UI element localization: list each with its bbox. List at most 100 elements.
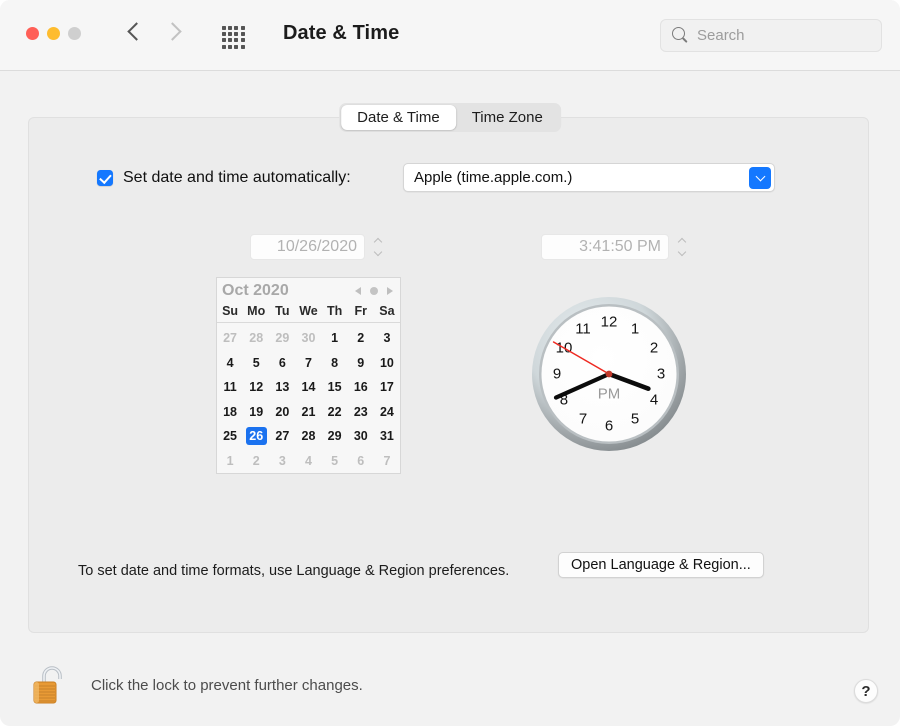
calendar-day[interactable]: 20 [269,400,295,425]
weekday-label: Sa [379,304,395,318]
today-dot-icon [370,287,378,295]
calendar-day[interactable]: 5 [322,449,348,474]
page-title: Date & Time [283,22,400,44]
calendar-day[interactable]: 5 [243,351,269,376]
calendar-day[interactable]: 7 [374,449,400,474]
date-stepper [370,234,385,260]
show-all-grid-icon[interactable] [222,26,245,49]
tab-time-zone[interactable]: Time Zone [456,105,559,130]
weekday-label: Fr [354,304,368,318]
time-input: 3:41:50 PM [541,234,669,260]
calendar-day[interactable]: 6 [348,449,374,474]
calendar-day[interactable]: 14 [295,375,321,400]
calendar-day[interactable]: 30 [348,424,374,449]
calendar-day[interactable]: 19 [243,400,269,425]
clock-center-hub [605,370,613,378]
calendar-day[interactable]: 16 [348,375,374,400]
search-field[interactable]: Search [660,19,882,52]
weekday-label: We [299,304,318,318]
lock-hint-text: Click the lock to prevent further change… [91,677,363,694]
calendar-month-label: Oct 2020 [222,282,289,299]
calendar-day[interactable]: 12 [243,375,269,400]
date-time-preferences-window: Date & Time Search Date & Time Time Zone… [0,0,900,726]
calendar-day[interactable]: 29 [269,326,295,351]
calendar-day[interactable]: 17 [374,375,400,400]
time-server-value: Apple (time.apple.com.) [414,169,573,186]
analog-clock-face: 121234567891011 PM [532,297,686,451]
calendar-day[interactable]: 10 [374,351,400,376]
analog-clock: 121234567891011 PM [529,294,689,454]
calendar-day[interactable]: 4 [217,351,243,376]
tab-bar: Date & Time Time Zone [339,103,561,132]
weekday-label: Tu [275,304,290,318]
calendar-day[interactable]: 3 [374,326,400,351]
lock-row: Click the lock to prevent further change… [32,663,363,708]
time-stepper [674,234,689,260]
calendar-widget: Oct 2020 Su Mo Tu We Th Fr Sa 27 28 29 30 1 2… [216,277,401,474]
calendar-day[interactable]: 1 [322,326,348,351]
clock-hour-number: 7 [579,411,587,428]
calendar-day[interactable]: 28 [295,424,321,449]
calendar-day-selected[interactable]: 26 [243,424,269,449]
calendar-day[interactable]: 29 [322,424,348,449]
calendar-day[interactable]: 7 [295,351,321,376]
time-server-combobox[interactable]: Apple (time.apple.com.) [403,163,775,192]
search-icon [672,27,689,44]
calendar-day[interactable]: 15 [322,375,348,400]
calendar-day[interactable]: 27 [217,326,243,351]
minimize-button[interactable] [47,27,60,40]
calendar-day[interactable]: 6 [269,351,295,376]
weekday-label: Th [326,304,343,318]
calendar-day[interactable]: 8 [322,351,348,376]
calendar-day[interactable]: 2 [348,326,374,351]
clock-hour-number: 4 [650,392,658,409]
prev-month-icon [355,287,361,295]
weekday-label: Su [222,304,239,318]
date-field-group: 10/26/2020 [250,234,385,260]
calendar-day[interactable]: 21 [295,400,321,425]
clock-hour-number: 11 [575,320,591,337]
calendar-day-grid: 27 28 29 30 1 2 3 4 5 6 7 8 9 10 11 12 13 14 15 16 17 18 19 20 2… [217,323,400,473]
calendar-day[interactable]: 28 [243,326,269,351]
calendar-day[interactable]: 4 [295,449,321,474]
set-automatically-label: Set date and time automatically: [123,169,351,186]
open-language-region-button[interactable]: Open Language & Region... [558,552,764,578]
format-note: To set date and time formats, use Langua… [78,563,510,579]
clock-meridiem-label: PM [598,386,621,403]
calendar-day[interactable]: 9 [348,351,374,376]
chevron-down-icon[interactable] [749,167,771,189]
window-titlebar: Date & Time Search [0,0,900,71]
help-button[interactable]: ? [854,679,878,703]
calendar-day[interactable]: 11 [217,375,243,400]
calendar-weekday-header: Su Mo Tu We Th Fr Sa [217,304,400,323]
calendar-day[interactable]: 3 [269,449,295,474]
zoom-button [68,27,81,40]
calendar-header: Oct 2020 [217,278,400,304]
calendar-day[interactable]: 24 [374,400,400,425]
clock-hour-number: 2 [650,340,658,357]
calendar-day[interactable]: 30 [295,326,321,351]
clock-hour-number: 5 [631,411,639,428]
back-chevron-icon[interactable] [130,20,143,43]
calendar-day[interactable]: 23 [348,400,374,425]
calendar-day[interactable]: 2 [243,449,269,474]
calendar-day[interactable]: 18 [217,400,243,425]
close-button[interactable] [26,27,39,40]
calendar-day[interactable]: 25 [217,424,243,449]
unlocked-padlock-icon[interactable] [32,663,72,708]
clock-hour-number: 9 [553,366,561,383]
calendar-day[interactable]: 13 [269,375,295,400]
clock-hour-number: 6 [605,418,613,435]
navigation-arrows [130,20,181,43]
next-month-icon [387,287,393,295]
set-automatically-row: Set date and time automatically: [97,169,351,187]
calendar-day[interactable]: 31 [374,424,400,449]
calendar-day[interactable]: 27 [269,424,295,449]
set-automatically-checkbox[interactable] [97,170,113,186]
clock-hour-number: 1 [631,320,639,337]
calendar-day[interactable]: 1 [217,449,243,474]
forward-chevron-icon [168,20,181,43]
tab-date-time[interactable]: Date & Time [341,105,456,130]
calendar-day[interactable]: 22 [322,400,348,425]
date-input: 10/26/2020 [250,234,365,260]
